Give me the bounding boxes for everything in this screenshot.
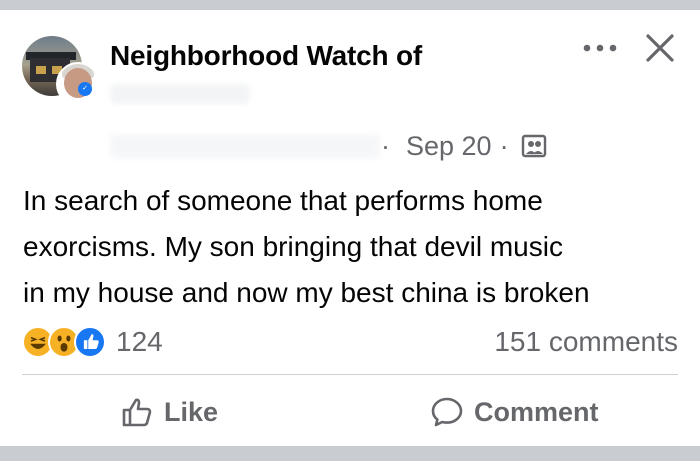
like-reaction-icon: [74, 326, 106, 358]
feed-bottom-separator: [0, 446, 700, 461]
comment-bubble-icon: [431, 397, 463, 427]
post-body-text: In search of someone that performs home …: [23, 178, 693, 316]
reaction-count[interactable]: 124: [116, 326, 163, 358]
meta-separator-2: ·: [499, 130, 509, 161]
comments-count-link[interactable]: 151 comments: [494, 324, 678, 360]
redacted-author-meta: [110, 134, 380, 158]
post-meta: · Sep 20 ·: [381, 128, 547, 164]
group-photo-icon: [521, 134, 546, 158]
author-avatar[interactable]: ✓: [56, 62, 100, 106]
verified-badge-icon: ✓: [78, 82, 92, 96]
group-name-link[interactable]: Neighborhood Watch of: [110, 40, 422, 72]
post-text-line: exorcisms. My son bringing that devil mu…: [23, 231, 563, 262]
close-icon[interactable]: [640, 28, 680, 68]
post-avatar-group[interactable]: ✓: [22, 36, 100, 108]
post-date-link[interactable]: Sep 20: [406, 131, 492, 162]
post-text-line: in my house and now my best china is bro…: [23, 277, 590, 308]
actions-divider: [22, 374, 678, 375]
more-options-icon[interactable]: [582, 38, 618, 58]
like-button[interactable]: Like: [120, 390, 218, 434]
reaction-summary[interactable]: 124: [22, 324, 163, 360]
thumbs-up-icon: [122, 398, 152, 427]
feed-top-separator: [0, 0, 700, 10]
post-text-line: In search of someone that performs home: [23, 185, 543, 216]
meta-separator: ·: [381, 130, 390, 161]
comment-label: Comment: [474, 396, 599, 427]
like-label: Like: [164, 396, 219, 427]
reaction-icons: [22, 324, 110, 360]
redacted-author-name: [110, 84, 250, 104]
comment-button[interactable]: Comment: [430, 390, 599, 434]
